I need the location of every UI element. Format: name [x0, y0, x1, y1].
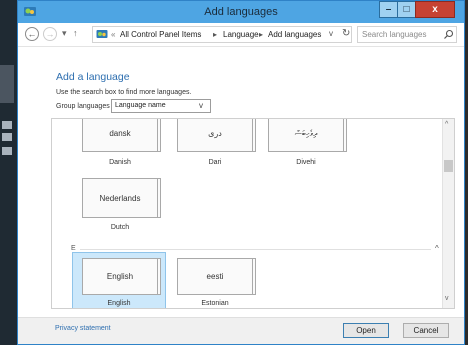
scroll-down-arrow[interactable]: v — [445, 295, 449, 302]
desktop-background — [0, 0, 17, 345]
group-by-value: Language name — [115, 102, 166, 109]
breadcrumb-add-languages[interactable]: Add languages — [268, 30, 321, 39]
page-heading: Add a language — [56, 71, 130, 83]
scroll-up-arrow[interactable]: ^ — [445, 121, 448, 128]
maximize-button[interactable]: □ — [397, 1, 416, 18]
language-name-label: Dari — [208, 159, 222, 166]
forward-button[interactable]: → — [43, 27, 57, 41]
open-button[interactable]: Open — [343, 323, 389, 338]
search-placeholder[interactable]: Search languages — [362, 30, 427, 39]
close-button[interactable]: x — [415, 1, 455, 18]
language-name-label: Estonian — [201, 300, 229, 307]
language-native-name: dansk — [109, 129, 131, 138]
language-tile-estonian[interactable]: eesti — [177, 258, 253, 295]
language-native-name: Nederlands — [99, 193, 141, 203]
breadcrumb-separator: ▸ — [213, 30, 218, 39]
group-by-dropdown[interactable]: Language name v — [111, 99, 211, 113]
scrollbar-thumb[interactable] — [444, 160, 453, 172]
vertical-scrollbar[interactable]: ^ v — [442, 119, 454, 308]
desktop-shape — [0, 65, 14, 103]
language-native-name: eesti — [206, 272, 224, 281]
chevron-down-icon: v — [199, 101, 203, 110]
language-name-label: Danish — [109, 159, 131, 166]
instruction-text: Use the search box to find more language… — [56, 89, 192, 96]
back-button[interactable]: ← — [25, 27, 39, 41]
breadcrumb-all-control-panel-items[interactable]: All Control Panel Items — [120, 30, 201, 39]
language-tile-divehi[interactable]: ދިވެހިބަސް — [268, 119, 344, 152]
group-divider — [80, 249, 431, 250]
language-list[interactable]: dansk Danish دری Dari ދިވެހިބަސް Divehi … — [51, 118, 455, 309]
cancel-button[interactable]: Cancel — [403, 323, 449, 338]
minimize-button[interactable]: – — [379, 1, 398, 18]
address-bar[interactable]: « All Control Panel Items ▸ Language ▸ A… — [92, 26, 352, 43]
language-name-label: Divehi — [296, 159, 316, 166]
group-collapse-button[interactable]: ^ — [435, 244, 439, 253]
desktop-icon[interactable] — [2, 121, 12, 129]
address-history-chevron[interactable]: v — [329, 29, 333, 38]
language-native-name: English — [106, 272, 134, 281]
control-panel-icon — [96, 30, 108, 38]
language-native-name: ދިވެހިބަސް — [294, 128, 318, 138]
language-tile-dari[interactable]: دری — [177, 119, 253, 152]
add-languages-window: Add languages – □ x ← → ▾ ↑ « All Contro… — [17, 0, 465, 345]
breadcrumb-separator: ▸ — [259, 30, 264, 39]
language-tile-english[interactable]: English — [82, 258, 158, 295]
breadcrumb-language[interactable]: Language — [223, 30, 259, 39]
search-box[interactable]: Search languages — [357, 26, 457, 43]
refresh-button[interactable]: ↻ — [342, 28, 350, 39]
language-tile-dutch[interactable]: Nederlands — [82, 178, 158, 218]
desktop-icon[interactable] — [2, 133, 12, 141]
up-button[interactable]: ↑ — [73, 28, 78, 38]
language-name-label: Dutch — [110, 224, 130, 231]
privacy-statement-link[interactable]: Privacy statement — [55, 325, 111, 332]
group-header-letter: E — [71, 245, 76, 252]
footer-bar: Privacy statement Open Cancel — [18, 317, 464, 344]
desktop-icon[interactable] — [2, 147, 12, 155]
language-native-name: دری — [208, 129, 222, 138]
title-bar[interactable]: Add languages – □ x — [18, 1, 464, 23]
language-name-label: English — [107, 300, 131, 307]
breadcrumb-overflow[interactable]: « — [111, 30, 115, 39]
language-tile-danish[interactable]: dansk — [82, 119, 158, 152]
navigation-bar: ← → ▾ ↑ « All Control Panel Items ▸ Lang… — [18, 23, 464, 47]
recent-locations-button[interactable]: ▾ — [62, 28, 67, 39]
search-icon[interactable] — [443, 29, 454, 40]
